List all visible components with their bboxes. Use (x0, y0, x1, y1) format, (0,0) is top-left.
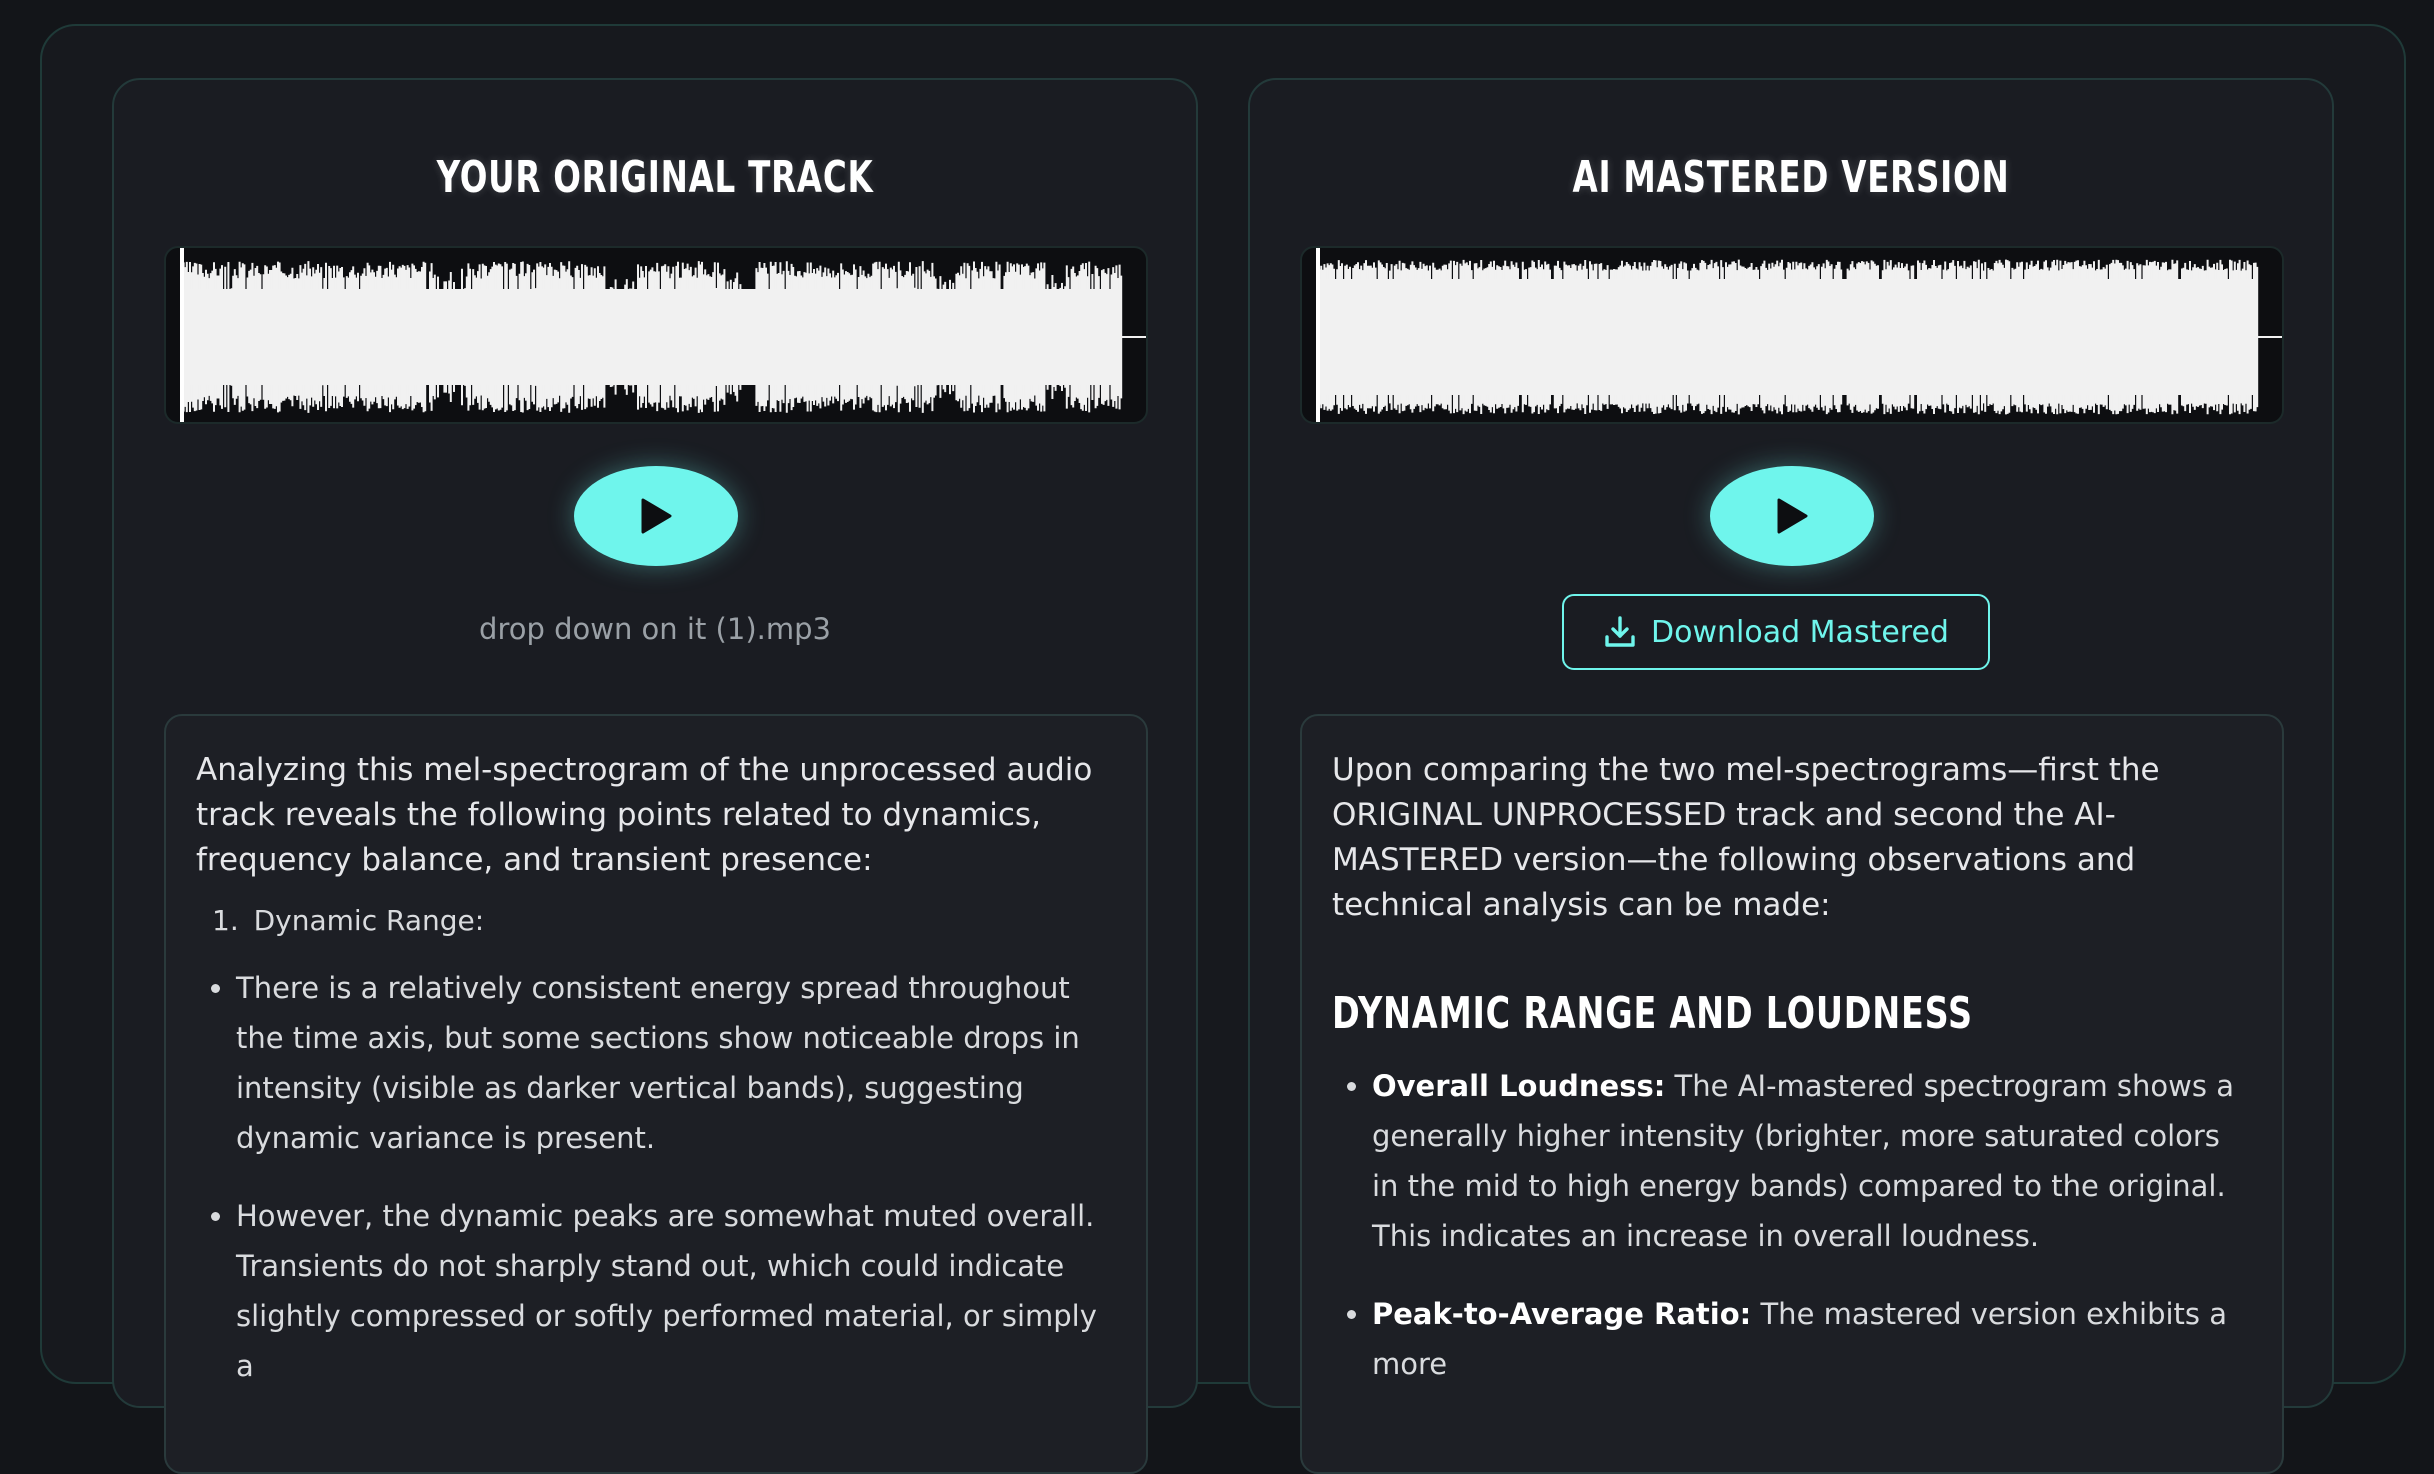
mastered-track-panel: AI MASTERED VERSION Download Mastered Up… (1248, 78, 2334, 1474)
mastered-waveform-graphic[interactable] (1302, 248, 2284, 424)
play-icon (641, 498, 672, 534)
numbered-item: 1. Dynamic Range: (196, 901, 1116, 941)
mastered-analysis-intro: Upon comparing the two mel-spectrograms—… (1332, 752, 2160, 923)
bullet-label: Peak-to-Average Ratio: (1372, 1297, 1752, 1331)
section-heading: DYNAMIC RANGE AND LOUDNESS (1332, 988, 1973, 1039)
original-filename: drop down on it (1).mp3 (479, 612, 831, 646)
mastered-analysis-box: Upon comparing the two mel-spectrograms—… (1300, 714, 2284, 1474)
numbered-item-index: 1. (212, 904, 239, 937)
original-play-button[interactable] (574, 466, 738, 566)
playhead[interactable] (1316, 248, 1320, 424)
comparison-container: YOUR ORIGINAL TRACK drop down on it (1).… (40, 24, 2406, 1474)
mastered-play-button[interactable] (1710, 466, 1874, 566)
list-item: However, the dynamic peaks are somewhat … (236, 1191, 1116, 1391)
list-item: Peak-to-Average Ratio: The mastered vers… (1372, 1289, 2252, 1389)
original-track-panel: YOUR ORIGINAL TRACK drop down on it (1).… (112, 78, 1198, 1474)
original-analysis-box: Analyzing this mel-spectrogram of the un… (164, 714, 1148, 1474)
list-item: Overall Loudness: The AI-mastered spectr… (1372, 1061, 2252, 1261)
play-icon (1777, 498, 1808, 534)
list-item: There is a relatively consistent energy … (236, 963, 1116, 1163)
mastered-waveform[interactable] (1300, 246, 2284, 424)
original-waveform[interactable] (164, 246, 1148, 424)
original-analysis-bullets: There is a relatively consistent energy … (196, 963, 1116, 1391)
bullet-label: Overall Loudness: (1372, 1069, 1666, 1103)
original-track-title: YOUR ORIGINAL TRACK (436, 152, 874, 203)
original-waveform-graphic[interactable] (166, 248, 1148, 424)
mastered-track-title: AI MASTERED VERSION (1572, 152, 2010, 203)
download-button-label: Download Mastered (1651, 614, 1949, 650)
download-icon (1605, 616, 1635, 647)
playhead[interactable] (180, 248, 184, 424)
original-analysis-intro: Analyzing this mel-spectrogram of the un… (196, 752, 1093, 878)
download-mastered-button[interactable]: Download Mastered (1562, 594, 1990, 670)
numbered-item-label: Dynamic Range: (253, 904, 485, 937)
